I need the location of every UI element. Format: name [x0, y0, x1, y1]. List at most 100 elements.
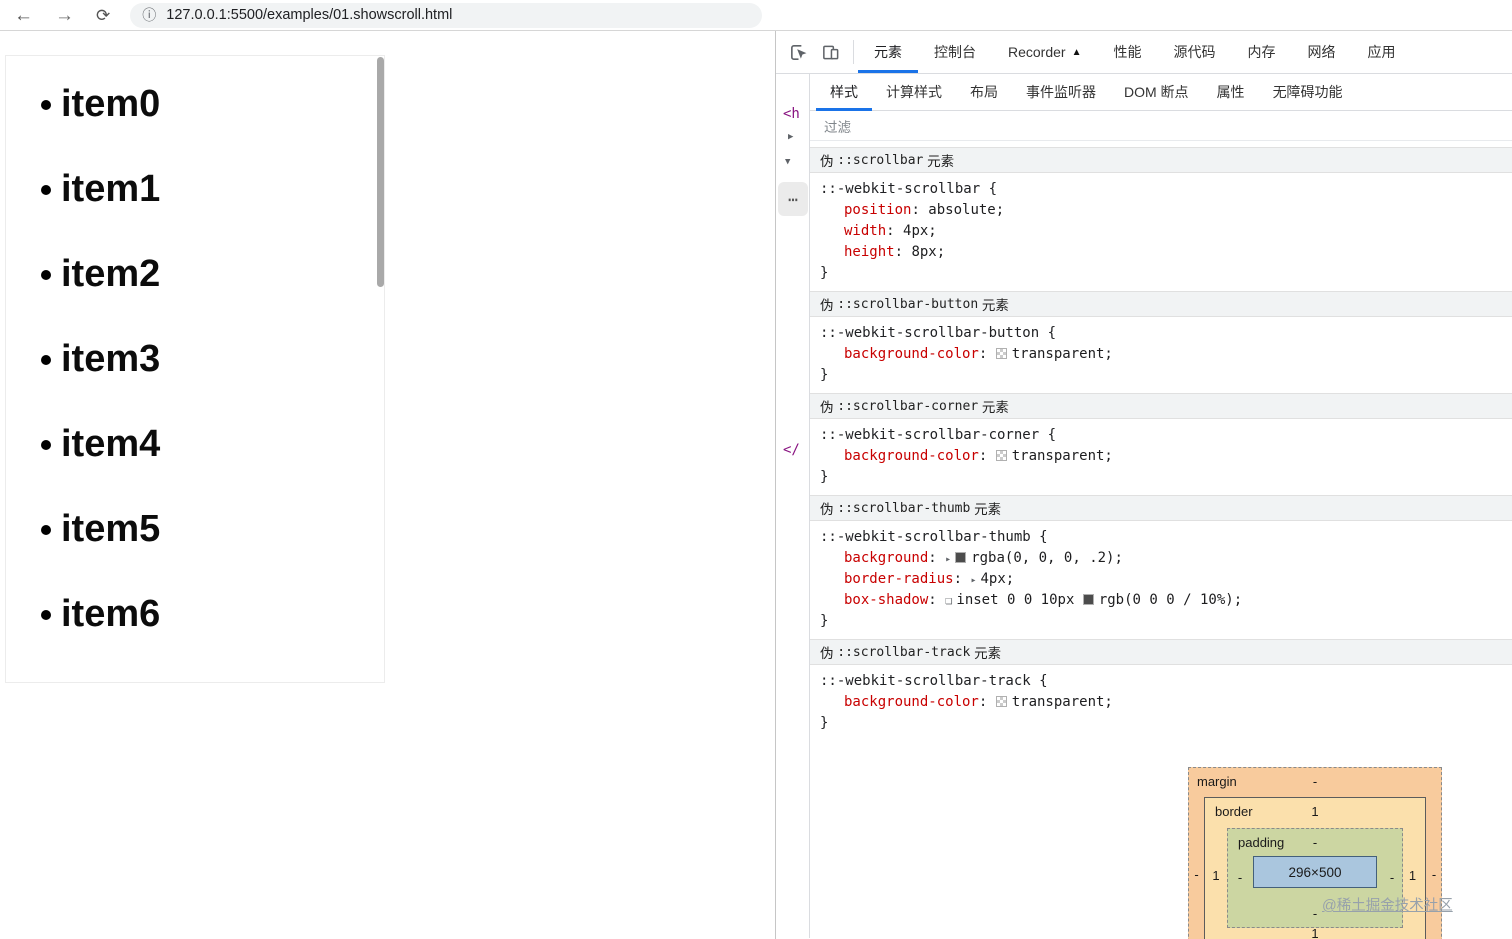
- tab-label: 控制台: [934, 44, 976, 60]
- box-model-content[interactable]: 296×500: [1253, 856, 1377, 888]
- header-pseudo: ::scrollbar-thumb: [837, 500, 971, 516]
- bullet-icon: [41, 99, 51, 110]
- css-declaration[interactable]: height: 8px;: [810, 242, 1512, 263]
- bullet-icon: [41, 269, 51, 280]
- open-brace: {: [980, 181, 998, 197]
- padding-left-value: -: [1237, 870, 1243, 885]
- css-selector[interactable]: ::-webkit-scrollbar {: [810, 179, 1512, 200]
- css-selector[interactable]: ::-webkit-scrollbar-track {: [810, 671, 1512, 692]
- expand-arrow-icon[interactable]: ▸: [945, 554, 951, 565]
- watermark: @稀土掘金技术社区: [1322, 898, 1453, 914]
- tab-event-listeners[interactable]: 事件监听器: [1012, 74, 1110, 111]
- devtools-body: <h ▶ ▼ ⋯ </ 样式 计算样式 布局 事件监听器 DOM 断点 属性 无障碍功能 过…: [776, 74, 1512, 939]
- bullet-icon: [41, 184, 51, 195]
- color-swatch-icon[interactable]: [995, 450, 1007, 461]
- tab-performance[interactable]: 性能: [1098, 31, 1158, 73]
- list-item-label: item4: [61, 423, 161, 465]
- tab-console[interactable]: 控制台: [918, 31, 992, 73]
- css-value: rgba(0, 0, 0, .2);: [971, 550, 1123, 566]
- color-swatch-icon[interactable]: [995, 348, 1007, 359]
- page-viewport: item0 item1 item2 item3 item4 item5 item6 item7: [0, 31, 776, 939]
- css-declaration[interactable]: box-shadow: ❏ inset 0 0 10px rgb(0 0 0 / …: [810, 590, 1512, 611]
- tab-accessibility[interactable]: 无障碍功能: [1259, 74, 1357, 111]
- filter-input[interactable]: 过滤: [810, 111, 1512, 141]
- colon: :: [978, 346, 996, 362]
- styles-sections: 伪 ::scrollbar 元素::-webkit-scrollbar {pos…: [810, 141, 1512, 741]
- tree-collapsed-icon[interactable]: ▶: [788, 132, 793, 142]
- margin-top-value: -: [1312, 774, 1318, 789]
- shadow-editor-icon[interactable]: ❏: [945, 593, 952, 607]
- header-pseudo: ::scrollbar: [837, 152, 924, 168]
- devtools-tab-bar: 元素 控制台 Recorder ▲ 性能 源代码 内存 网络 应用: [858, 31, 1412, 73]
- tab-label: 布局: [970, 84, 998, 100]
- tab-elements[interactable]: 元素: [858, 31, 918, 73]
- dom-tree-panel[interactable]: <h ▶ ▼ ⋯ </: [776, 74, 810, 938]
- forward-icon[interactable]: →: [55, 6, 74, 25]
- css-declaration[interactable]: width: 4px;: [810, 221, 1512, 242]
- back-icon[interactable]: ←: [14, 6, 33, 25]
- color-swatch-icon[interactable]: [995, 696, 1007, 707]
- css-selector[interactable]: ::-webkit-scrollbar-button {: [810, 323, 1512, 344]
- css-value: absolute;: [928, 202, 1005, 218]
- scroll-container[interactable]: item0 item1 item2 item3 item4 item5 item6 item7: [5, 55, 385, 683]
- css-value: transparent;: [1011, 694, 1113, 710]
- css-selector[interactable]: ::-webkit-scrollbar-thumb {: [810, 527, 1512, 548]
- expand-arrow-icon[interactable]: ▸: [970, 575, 976, 586]
- tab-dom-breakpoints[interactable]: DOM 断点: [1110, 74, 1203, 111]
- tab-network[interactable]: 网络: [1292, 31, 1352, 73]
- tab-label: 内存: [1247, 44, 1276, 60]
- box-model-border[interactable]: border 1 1 1 1 padding - - - - 296×500: [1204, 797, 1426, 939]
- closing-brace: }: [820, 367, 829, 383]
- css-declaration[interactable]: position: absolute;: [810, 200, 1512, 221]
- devtools-panel: 元素 控制台 Recorder ▲ 性能 源代码 内存 网络 应用 <h ▶ ▼ ⋯ </ 样式…: [775, 31, 1512, 939]
- closing-brace: }: [820, 469, 829, 485]
- css-declaration[interactable]: background-color: transparent;: [810, 344, 1512, 365]
- css-declaration[interactable]: background-color: transparent;: [810, 446, 1512, 467]
- list-item: item6: [6, 572, 384, 657]
- toolbar-divider: [853, 40, 854, 64]
- css-declaration[interactable]: border-radius: ▸ 4px;: [810, 569, 1512, 590]
- tab-properties[interactable]: 属性: [1203, 74, 1259, 111]
- list-item: item1: [6, 147, 384, 232]
- color-swatch-icon[interactable]: [955, 552, 967, 563]
- css-property: background: [844, 550, 929, 566]
- browser-toolbar: ← → ⟳ ⓘ 127.0.0.1:5500/examples/01.shows…: [0, 0, 1512, 31]
- css-selector[interactable]: ::-webkit-scrollbar-corner {: [810, 425, 1512, 446]
- css-declaration[interactable]: background-color: transparent;: [810, 692, 1512, 713]
- inspect-element-icon[interactable]: [789, 43, 808, 62]
- tab-styles[interactable]: 样式: [816, 74, 872, 111]
- css-property: background-color: [844, 448, 979, 464]
- pseudo-section-header: 伪 ::scrollbar 元素: [810, 147, 1512, 173]
- header-pseudo: ::scrollbar-track: [837, 644, 971, 660]
- tab-layout[interactable]: 布局: [956, 74, 1012, 111]
- border-left-value: 1: [1212, 868, 1220, 883]
- css-property: background-color: [844, 694, 979, 710]
- css-value: transparent;: [1011, 346, 1113, 362]
- device-toolbar-icon[interactable]: [821, 43, 840, 62]
- more-actions-icon[interactable]: ⋯: [778, 182, 808, 216]
- css-rule: ::-webkit-scrollbar {position: absolute;…: [810, 173, 1512, 291]
- pseudo-section-header: 伪 ::scrollbar-thumb 元素: [810, 495, 1512, 521]
- tab-recorder[interactable]: Recorder ▲: [992, 31, 1098, 73]
- tab-label: 事件监听器: [1026, 84, 1096, 100]
- reload-icon[interactable]: ⟳: [96, 7, 110, 24]
- bullet-icon: [41, 439, 51, 450]
- tab-sources[interactable]: 源代码: [1158, 31, 1232, 73]
- tab-memory[interactable]: 内存: [1232, 31, 1292, 73]
- tab-application[interactable]: 应用: [1352, 31, 1412, 73]
- css-property: position: [844, 202, 912, 218]
- header-prefix: 伪: [820, 646, 838, 661]
- open-brace: {: [1030, 673, 1048, 689]
- styles-sidebar: 样式 计算样式 布局 事件监听器 DOM 断点 属性 无障碍功能 过滤 伪 ::scroll…: [810, 74, 1512, 939]
- color-swatch-icon[interactable]: [1082, 594, 1094, 605]
- css-declaration[interactable]: background: ▸ rgba(0, 0, 0, .2);: [810, 548, 1512, 569]
- list-item: item2: [6, 232, 384, 317]
- scrollbar-thumb[interactable]: [377, 57, 384, 287]
- tree-expanded-icon[interactable]: ▼: [785, 157, 790, 167]
- colon: :: [886, 223, 904, 239]
- tab-computed[interactable]: 计算样式: [872, 74, 956, 111]
- address-bar[interactable]: ⓘ 127.0.0.1:5500/examples/01.showscroll.…: [130, 2, 763, 28]
- site-info-icon[interactable]: ⓘ: [142, 5, 156, 25]
- header-suffix: 元素: [978, 400, 1009, 415]
- css-rule: ::-webkit-scrollbar-track {background-co…: [810, 665, 1512, 741]
